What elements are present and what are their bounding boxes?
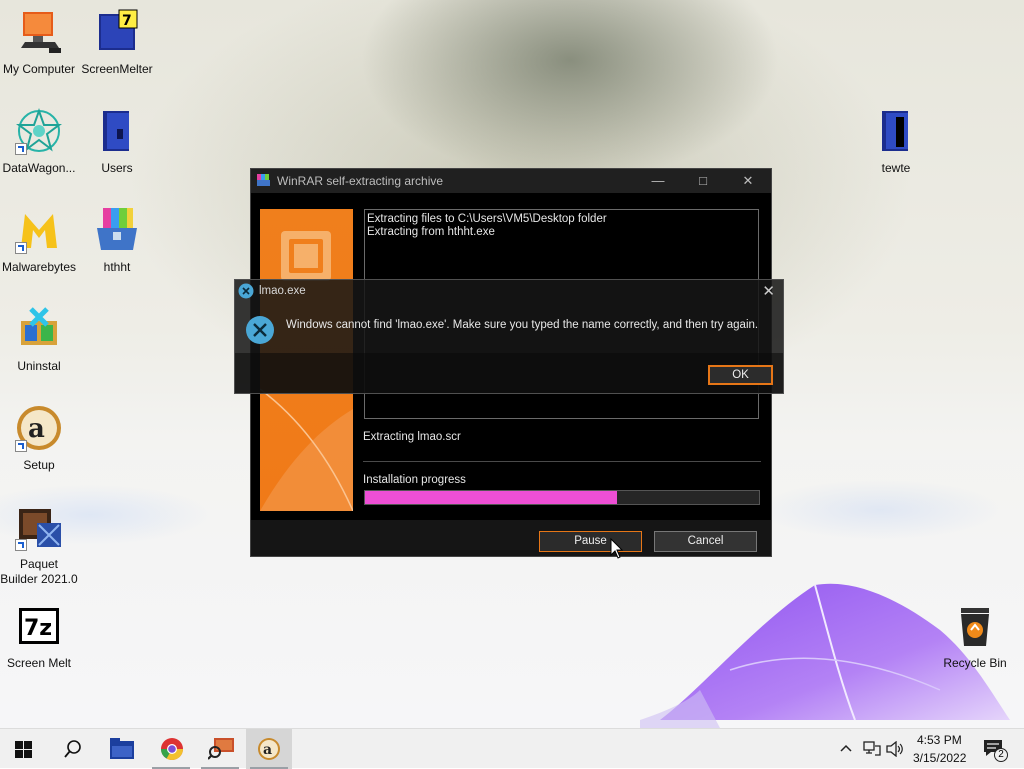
- mouse-cursor-icon: [610, 538, 624, 559]
- winrar-archive-icon: [93, 206, 141, 254]
- desktop-icon-screenmelter[interactable]: 7 ScreenMelter: [78, 8, 156, 77]
- progress-fill: [365, 491, 618, 504]
- malwarebytes-icon: [15, 206, 63, 254]
- shortcut-arrow-icon: [15, 143, 27, 155]
- file-explorer-icon: [110, 738, 134, 759]
- desktop-icon-label: Users: [101, 161, 133, 175]
- chrome-icon: [161, 738, 183, 760]
- desktop-icon-users[interactable]: Users: [78, 107, 156, 176]
- uninstall-icon: [15, 305, 63, 353]
- desktop-icon-label: Setup: [23, 458, 55, 472]
- book-folder-icon: [872, 107, 920, 155]
- maximize-button[interactable]: □: [681, 169, 725, 193]
- network-star-icon: [15, 107, 63, 155]
- archive-box-icon: 7: [93, 8, 141, 56]
- cancel-button[interactable]: Cancel: [654, 531, 757, 552]
- desktop-icon-setup[interactable]: a Setup: [0, 404, 78, 473]
- desktop-icon-tewte[interactable]: tewte: [857, 107, 935, 176]
- desktop-icon-label: Recycle Bin: [943, 656, 1007, 670]
- pause-button[interactable]: Pause: [539, 531, 642, 552]
- ok-button[interactable]: OK: [708, 365, 773, 385]
- divider: [363, 461, 761, 462]
- 7zip-icon: 7z: [15, 602, 63, 650]
- taskbar-file-explorer[interactable]: [98, 729, 144, 769]
- desktop-icon-malwarebytes[interactable]: Malwarebytes: [0, 206, 78, 275]
- chevron-up-icon[interactable]: [840, 743, 852, 753]
- shortcut-arrow-icon: [15, 440, 27, 452]
- taskbar-app[interactable]: [197, 729, 243, 769]
- start-button[interactable]: [0, 729, 46, 769]
- shortcut-arrow-icon: [15, 539, 27, 551]
- error-message: Windows cannot find 'lmao.exe'. Make sur…: [286, 319, 759, 331]
- search-button[interactable]: [49, 729, 95, 769]
- log-line: Extracting from hthht.exe: [367, 226, 495, 238]
- error-x-icon: [246, 316, 274, 344]
- desktop-icon-label: DataWagon...: [2, 161, 76, 175]
- package-builder-icon: [15, 503, 63, 551]
- setup-icon: a: [258, 738, 280, 760]
- winrar-titlebar[interactable]: WinRAR self-extracting archive — □ ✕: [251, 169, 771, 193]
- winrar-icon: [257, 174, 270, 186]
- log-line: Extracting files to C:\Users\VM5\Desktop…: [367, 213, 607, 225]
- error-dialog: lmao.exe ✕ Windows cannot find 'lmao.exe…: [234, 279, 784, 394]
- desktop-icon-label: hthht: [103, 260, 131, 274]
- desktop-icon-label: Malwarebytes: [1, 260, 77, 274]
- desktop-icon-label: Screen Melt: [6, 656, 72, 670]
- close-button[interactable]: ✕: [726, 169, 770, 193]
- clock-time[interactable]: 4:53 PM: [917, 733, 962, 747]
- search-icon: [64, 740, 81, 758]
- desktop-icon-datawagon[interactable]: DataWagon...: [0, 107, 78, 176]
- desktop-icon-recycle-bin[interactable]: Recycle Bin: [936, 602, 1014, 671]
- progress-label: Installation progress: [363, 474, 466, 486]
- window-title: WinRAR self-extracting archive: [277, 174, 444, 188]
- svg-text:7z: 7z: [24, 616, 52, 641]
- desktop-icon-label: tewte: [881, 161, 911, 175]
- desktop-icon-label: ScreenMelter: [81, 62, 153, 76]
- svg-text:a: a: [263, 742, 272, 758]
- dialog-title: lmao.exe: [259, 285, 306, 297]
- taskbar-chrome[interactable]: [148, 729, 194, 769]
- current-file-label: Extracting lmao.scr: [363, 431, 461, 443]
- minimize-button[interactable]: —: [636, 169, 680, 193]
- dialog-footer: [235, 353, 783, 393]
- installation-progress-bar: [364, 490, 760, 505]
- desktop-icon-paquet-builder[interactable]: Paquet Builder 2021.0: [0, 503, 78, 587]
- notification-count-badge: 2: [994, 748, 1008, 762]
- desktop-icon-uninstal[interactable]: Uninstal: [0, 305, 78, 374]
- error-icon: [238, 283, 254, 299]
- windows-logo-icon: [15, 741, 32, 758]
- app-icon: [208, 738, 234, 760]
- taskbar-setup[interactable]: a: [246, 729, 292, 769]
- desktop-icon-my-computer[interactable]: My Computer: [0, 8, 78, 77]
- shortcut-arrow-icon: [15, 242, 27, 254]
- recycle-bin-icon: [951, 602, 999, 650]
- notification-center-button[interactable]: 2: [982, 737, 1012, 763]
- svg-text:a: a: [28, 414, 45, 444]
- desktop-icon-label: Paquet Builder 2021.0: [0, 557, 78, 586]
- taskbar: a 4:53 PM 3/15/2022 2: [0, 728, 1024, 769]
- desktop-icon-screen-melt[interactable]: 7z Screen Melt: [0, 602, 78, 671]
- book-folder-icon: [93, 107, 141, 155]
- clock-date[interactable]: 3/15/2022: [913, 751, 966, 765]
- volume-icon[interactable]: [886, 741, 904, 757]
- desktop-icon-label: My Computer: [2, 62, 76, 76]
- amazon-a-icon: a: [15, 404, 63, 452]
- desktop-icon-label: Uninstal: [17, 359, 61, 373]
- network-icon[interactable]: [863, 741, 881, 757]
- computer-icon: [15, 8, 63, 56]
- desktop-icon-hthht[interactable]: hthht: [78, 206, 156, 275]
- svg-text:7: 7: [122, 13, 132, 29]
- dialog-close-button[interactable]: ✕: [762, 282, 775, 300]
